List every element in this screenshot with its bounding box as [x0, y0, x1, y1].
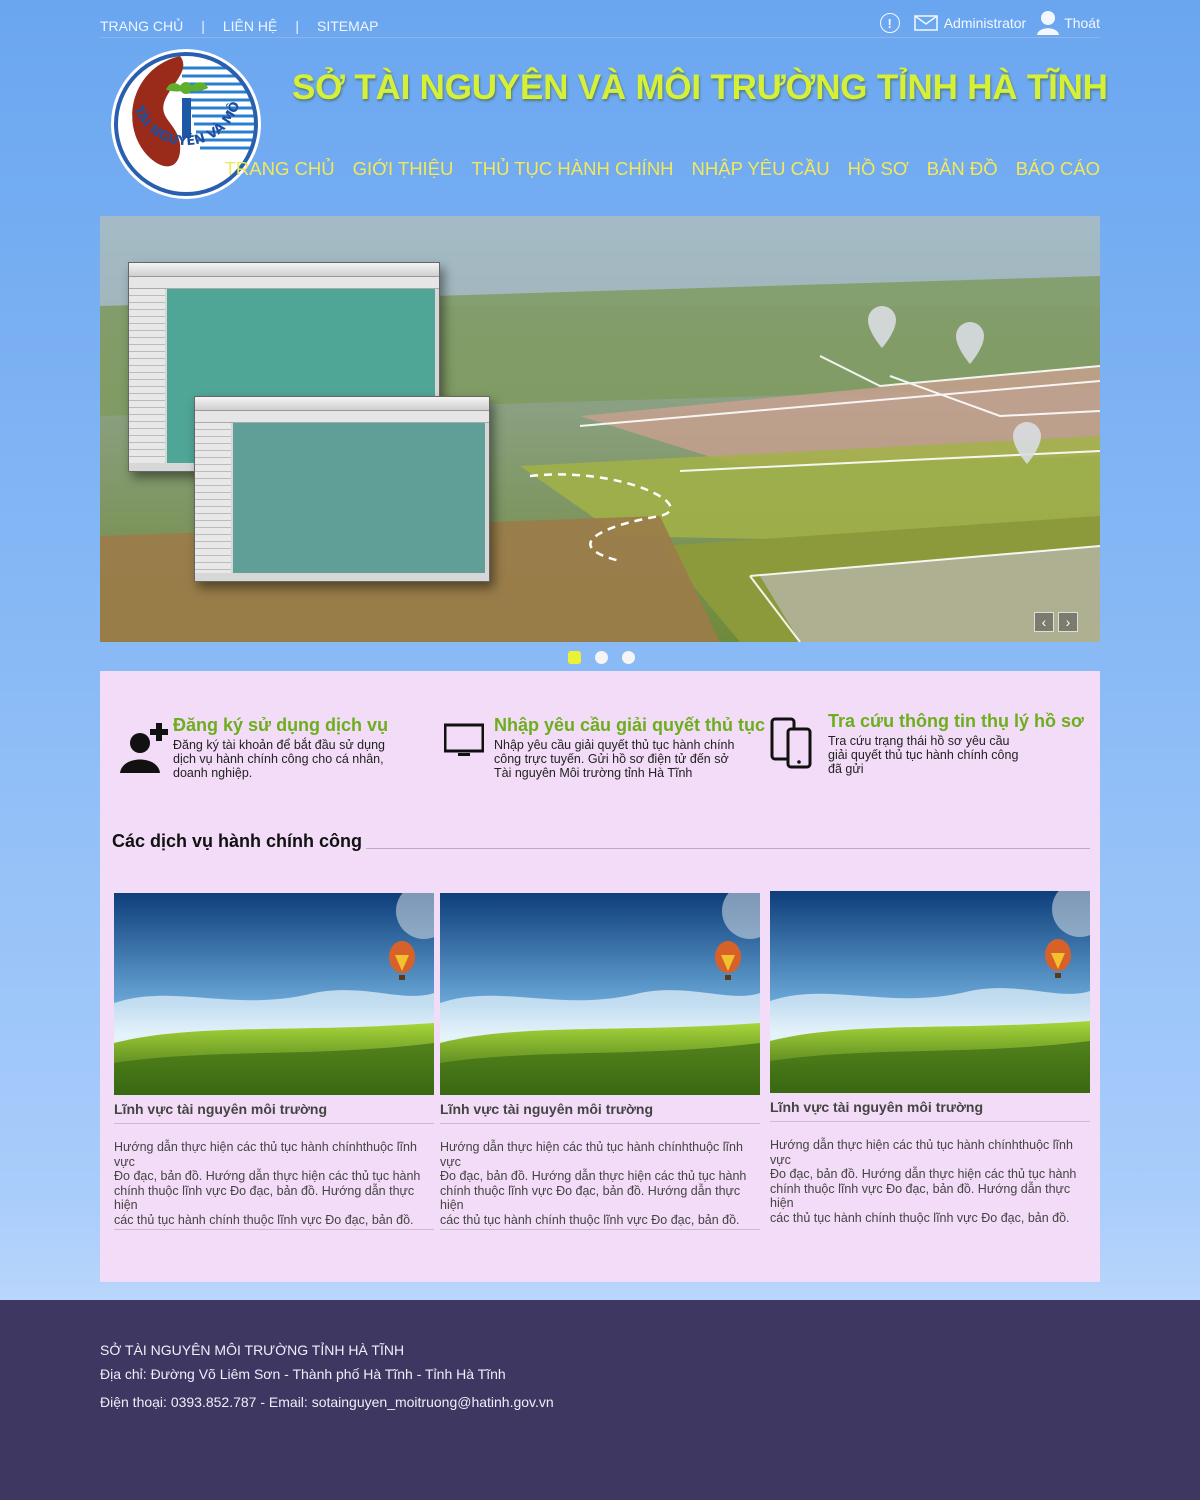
slider-dot-2[interactable] — [595, 651, 608, 664]
user-area: ! Administrator Thoát — [879, 10, 1100, 36]
card-description: Hướng dẫn thực hiện các thủ tục hành chí… — [440, 1140, 760, 1230]
feature-title: Tra cứu thông tin thụ lý hồ sơ — [828, 711, 1084, 731]
top-bar: TRANG CHỦ | LIÊN HỆ | SITEMAP ! Administ… — [100, 11, 1100, 38]
user-icon — [1026, 10, 1064, 36]
content-panel: Đăng ký sử dụng dịch vụ Đăng ký tài khoả… — [100, 671, 1100, 1282]
service-card-2[interactable]: Lĩnh vực tài nguyên môi trường Hướng dẫn… — [440, 893, 760, 1230]
footer-address: Địa chỉ: Đường Võ Liêm Sơn - Thành phố H… — [100, 1366, 506, 1382]
feature-title: Nhập yêu cầu giải quyết thủ tục — [494, 715, 766, 735]
logout-link[interactable]: Thoát — [1064, 15, 1100, 31]
card-description: Hướng dẫn thực hiện các thủ tục hành chí… — [114, 1140, 434, 1230]
footer: SỞ TÀI NGUYÊN MÔI TRƯỜNG TỈNH HÀ TĨNH Đị… — [0, 1300, 1200, 1500]
top-link-sitemap[interactable]: SITEMAP — [317, 18, 378, 34]
service-card-1[interactable]: Lĩnh vực tài nguyên môi trường Hướng dẫn… — [114, 893, 434, 1230]
card-landscape-image — [114, 893, 434, 1095]
slider-prev-button[interactable]: ‹ — [1034, 612, 1054, 632]
nav-item-reports[interactable]: BÁO CÁO — [1016, 158, 1100, 180]
nav-item-submit-request[interactable]: NHẬP YÊU CẦU — [692, 158, 830, 180]
mail-icon[interactable] — [913, 15, 944, 31]
nav-item-home[interactable]: TRANG CHỦ — [225, 158, 335, 180]
software-screenshot-front — [194, 396, 490, 582]
nav-item-map[interactable]: BẢN ĐỒ — [927, 158, 998, 180]
username[interactable]: Administrator — [944, 15, 1026, 31]
feature-lookup[interactable]: Tra cứu thông tin thụ lý hồ sơ Tra cứu t… — [770, 711, 1090, 776]
feature-register[interactable]: Đăng ký sử dụng dịch vụ Đăng ký tài khoả… — [120, 715, 420, 780]
card-title: Lĩnh vực tài nguyên môi trường — [440, 1101, 760, 1124]
devices-icon — [770, 717, 814, 774]
nav-item-procedures[interactable]: THỦ TỤC HÀNH CHÍNH — [471, 158, 673, 180]
slider-dot-3[interactable] — [622, 651, 635, 664]
top-link-home[interactable]: TRANG CHỦ — [100, 18, 183, 34]
footer-contact: Điện thoại: 0393.852.787 - Email: sotain… — [100, 1394, 554, 1410]
banner-slider[interactable]: ‹ › — [100, 216, 1100, 642]
slider-dot-1[interactable] — [568, 651, 581, 664]
section-title: Các dịch vụ hành chính công — [112, 831, 367, 852]
site-title: SỞ TÀI NGUYÊN VÀ MÔI TRƯỜNG TỈNH HÀ TĨNH — [292, 68, 1108, 107]
card-description: Hướng dẫn thực hiện các thủ tục hành chí… — [770, 1138, 1077, 1225]
feature-description: Tra cứu trạng thái hồ sơ yêu cầu giải qu… — [828, 734, 1019, 776]
feature-description: Đăng ký tài khoản để bắt đầu sử dụng dịc… — [173, 738, 385, 780]
slider-dots — [568, 651, 635, 664]
section-divider — [346, 848, 1090, 849]
info-icon[interactable]: ! — [879, 13, 900, 33]
slider-next-button[interactable]: › — [1058, 612, 1078, 632]
top-separator: | — [295, 18, 299, 34]
add-user-icon — [120, 719, 170, 780]
top-link-contact[interactable]: LIÊN HỆ — [223, 18, 277, 34]
footer-org-name: SỞ TÀI NGUYÊN MÔI TRƯỜNG TỈNH HÀ TĨNH — [100, 1342, 405, 1358]
service-card-3[interactable]: Lĩnh vực tài nguyên môi trường Hướng dẫn… — [770, 891, 1090, 1227]
card-landscape-image — [440, 893, 760, 1095]
monitor-icon — [443, 723, 485, 764]
card-title: Lĩnh vực tài nguyên môi trường — [770, 1099, 1090, 1122]
main-nav: TRANG CHỦ GIỚI THIỆU THỦ TỤC HÀNH CHÍNH … — [225, 158, 1100, 180]
feature-description: Nhập yêu cầu giải quyết thủ tục hành chí… — [494, 738, 735, 780]
top-separator: | — [201, 18, 205, 34]
feature-title: Đăng ký sử dụng dịch vụ — [173, 715, 389, 735]
nav-item-about[interactable]: GIỚI THIỆU — [353, 158, 454, 180]
card-title: Lĩnh vực tài nguyên môi trường — [114, 1101, 434, 1124]
card-landscape-image — [770, 891, 1090, 1093]
top-links: TRANG CHỦ | LIÊN HỆ | SITEMAP — [100, 18, 378, 34]
feature-submit-request[interactable]: Nhập yêu cầu giải quyết thủ tục Nhập yêu… — [443, 715, 766, 780]
nav-item-records[interactable]: HỒ SƠ — [848, 158, 909, 180]
